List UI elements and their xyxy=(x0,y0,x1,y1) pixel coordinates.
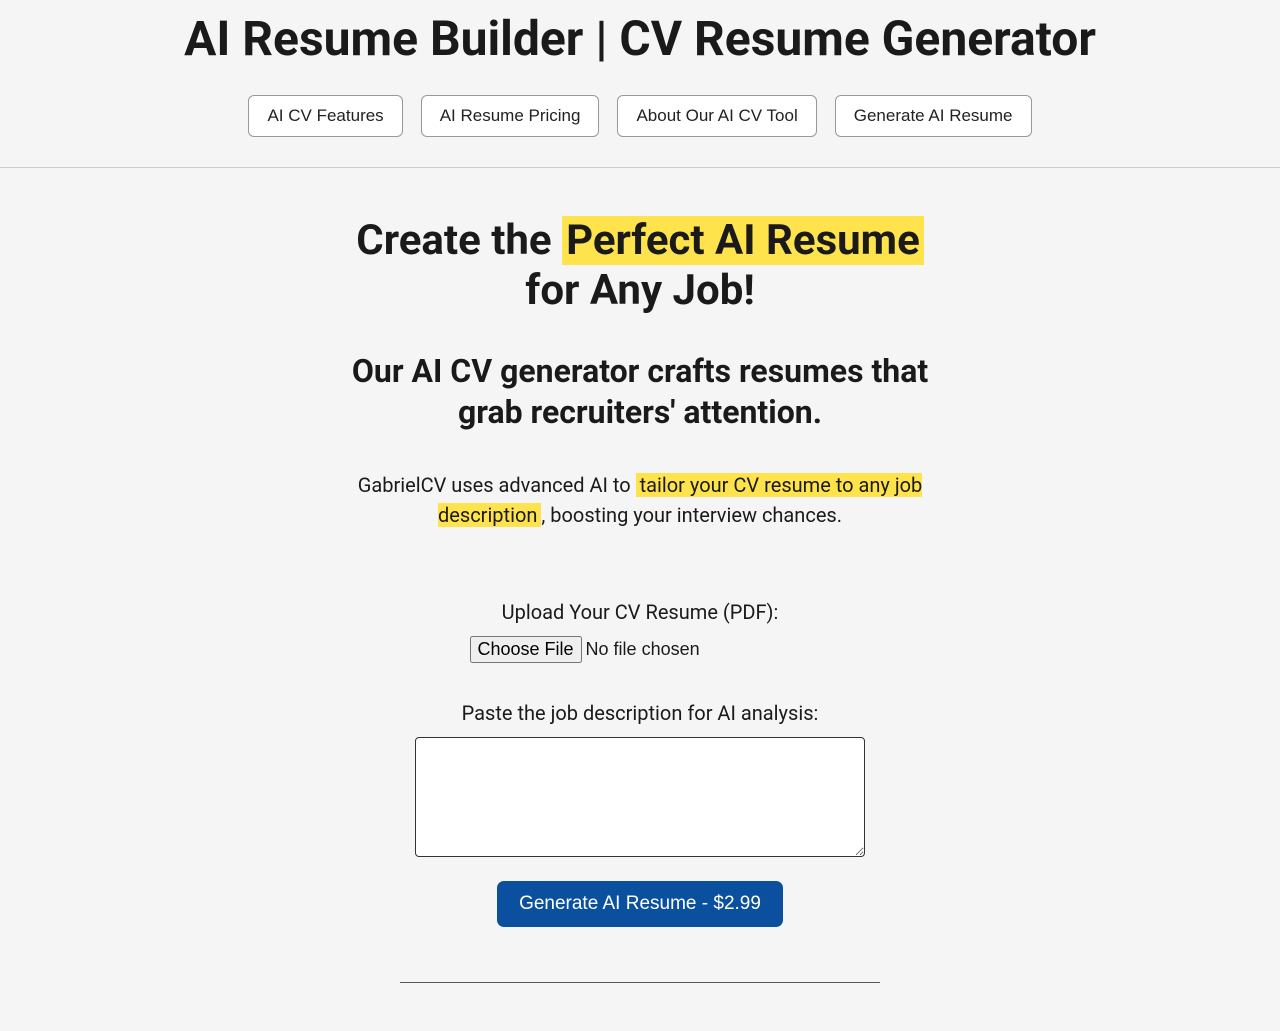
section-divider xyxy=(400,982,880,983)
generate-resume-button[interactable]: Generate AI Resume - $2.99 xyxy=(497,881,783,927)
main-nav: AI CV Features AI Resume Pricing About O… xyxy=(0,95,1280,137)
description-pre: GabrielCV uses advanced AI to xyxy=(358,473,636,497)
nav-generate-button[interactable]: Generate AI Resume xyxy=(835,95,1032,137)
description-post: , boosting your interview chances. xyxy=(541,503,842,527)
file-input-row xyxy=(340,636,940,663)
page-header: AI Resume Builder | CV Resume Generator … xyxy=(0,0,1280,168)
nav-pricing-button[interactable]: AI Resume Pricing xyxy=(421,95,600,137)
hero-highlight: Perfect AI Resume xyxy=(562,216,924,265)
main-content: Create the Perfect AI Resume for Any Job… xyxy=(320,168,960,1031)
jd-label: Paste the job description for AI analysi… xyxy=(340,701,940,725)
upload-label: Upload Your CV Resume (PDF): xyxy=(340,600,940,624)
description-text: GabrielCV uses advanced AI to tailor you… xyxy=(340,470,940,530)
file-input[interactable] xyxy=(470,636,811,663)
job-description-textarea[interactable] xyxy=(415,737,865,857)
nav-about-button[interactable]: About Our AI CV Tool xyxy=(617,95,816,137)
hero-post: for Any Job! xyxy=(525,266,754,315)
hero-pre: Create the xyxy=(356,216,562,265)
sub-heading: Our AI CV generator crafts resumes that … xyxy=(340,351,940,434)
page-title: AI Resume Builder | CV Resume Generator xyxy=(0,10,1280,67)
hero-heading: Create the Perfect AI Resume for Any Job… xyxy=(340,216,940,317)
nav-features-button[interactable]: AI CV Features xyxy=(248,95,402,137)
